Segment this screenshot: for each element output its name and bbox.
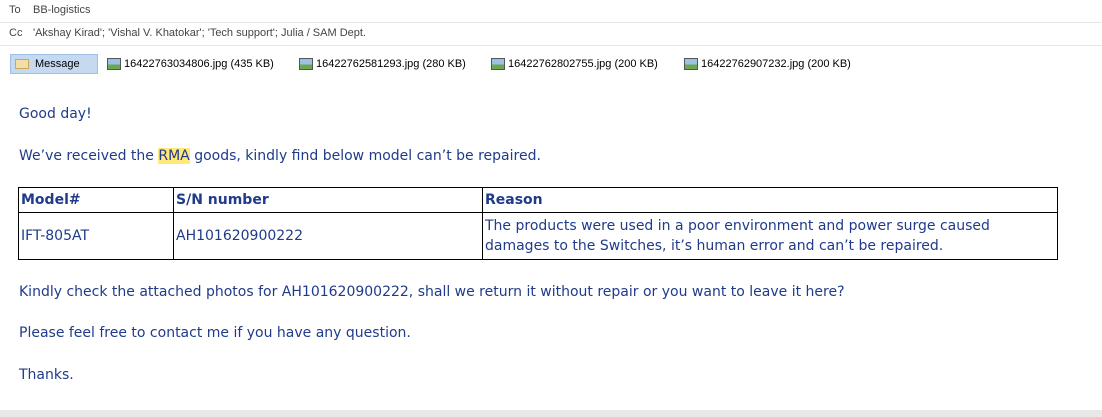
thanks-paragraph: Thanks. <box>19 367 74 383</box>
attachment-item[interactable]: 16422762802755.jpg (200 KB) <box>491 54 658 74</box>
cell-model: IFT-805AT <box>18 212 174 260</box>
to-recipients[interactable]: BB-logistics <box>33 4 90 16</box>
intro-text-end: goods, kindly find below model can’t be … <box>189 148 541 164</box>
envelope-icon <box>15 59 29 69</box>
attachment-name: 16422762802755.jpg (200 KB) <box>508 58 658 70</box>
rma-table: Model# S/N number Reason IFT-805AT AH101… <box>18 187 1058 260</box>
intro-paragraph: We’ve received the RMA goods, kindly fin… <box>19 148 541 164</box>
cell-reason: The products were used in a poor environ… <box>482 212 1058 260</box>
intro-text-start: We’ve received the <box>19 148 159 164</box>
message-tab-label: Message <box>35 58 80 70</box>
attachment-item[interactable]: 16422763034806.jpg (435 KB) <box>107 54 274 74</box>
to-label: To <box>9 4 21 16</box>
to-row: To BB-logistics <box>0 0 1102 23</box>
attachment-item[interactable]: 16422762907232.jpg (200 KB) <box>684 54 851 74</box>
bottom-scroll-bar[interactable] <box>0 410 1102 417</box>
attachment-name: 16422762907232.jpg (200 KB) <box>701 58 851 70</box>
attachment-name: 16422763034806.jpg (435 KB) <box>124 58 274 70</box>
rma-highlight: RMA <box>158 148 190 164</box>
check-photos-paragraph: Kindly check the attached photos for AH1… <box>19 284 845 300</box>
column-header-model: Model# <box>18 187 174 213</box>
image-file-icon <box>684 58 698 70</box>
table-row: IFT-805AT AH101620900222 The products we… <box>18 212 1058 260</box>
attachment-name: 16422762581293.jpg (280 KB) <box>316 58 466 70</box>
message-tab[interactable]: Message <box>10 54 98 74</box>
table-header-row: Model# S/N number Reason <box>18 187 1058 213</box>
contact-paragraph: Please feel free to contact me if you ha… <box>19 325 411 341</box>
attachment-item[interactable]: 16422762581293.jpg (280 KB) <box>299 54 466 74</box>
image-file-icon <box>491 58 505 70</box>
column-header-reason: Reason <box>482 187 1058 213</box>
column-header-serial: S/N number <box>173 187 483 213</box>
cell-serial: AH101620900222 <box>173 212 483 260</box>
cc-recipients[interactable]: 'Akshay Kirad'; 'Vishal V. Khatokar'; 'T… <box>33 27 366 39</box>
image-file-icon <box>107 58 121 70</box>
cc-row: Cc 'Akshay Kirad'; 'Vishal V. Khatokar';… <box>0 23 1102 46</box>
attachment-bar: Message 16422763034806.jpg (435 KB) 1642… <box>0 52 1102 76</box>
greeting: Good day! <box>19 106 92 122</box>
image-file-icon <box>299 58 313 70</box>
cc-label: Cc <box>9 27 23 39</box>
